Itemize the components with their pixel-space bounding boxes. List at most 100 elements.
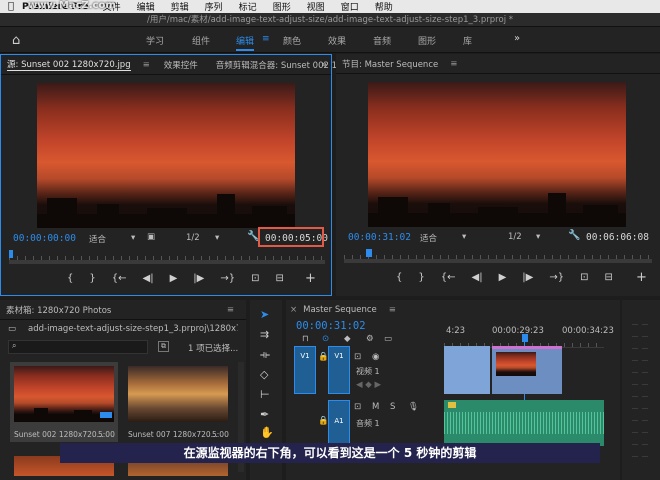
workspace-color[interactable]: 颜色 xyxy=(283,34,301,47)
extract-button[interactable]: ⊟ xyxy=(604,272,612,283)
menu-sequence[interactable]: 序列 xyxy=(205,0,223,13)
video-clip[interactable] xyxy=(492,346,562,394)
program-time-ruler[interactable] xyxy=(344,246,652,260)
microphone-icon[interactable]: 🎙 xyxy=(408,402,419,412)
mark-out-button[interactable]: } xyxy=(418,272,424,283)
step-back-button[interactable]: ◀| xyxy=(143,273,154,284)
timeline-sequence-tab[interactable]: Master Sequence xyxy=(303,305,377,315)
razor-tool-icon[interactable]: ◇ xyxy=(260,368,268,381)
play-button[interactable]: ▶ xyxy=(170,273,178,284)
lock-icon[interactable]: 🔒 xyxy=(318,416,329,426)
project-item-selected[interactable]: Sunset 002 1280x720... 5:00 xyxy=(10,362,118,442)
wrench-icon[interactable]: 🔧 xyxy=(568,230,580,241)
sync-lock-icon[interactable]: ⊡ xyxy=(354,402,361,412)
workspace-libraries[interactable]: 库 xyxy=(463,34,472,47)
program-playhead[interactable] xyxy=(366,249,372,257)
workspace-more-icon[interactable]: » xyxy=(514,33,520,44)
program-timecode[interactable]: 00:00:31:02 xyxy=(348,232,411,243)
panel-overflow-icon[interactable]: » xyxy=(322,60,327,70)
project-item[interactable]: Sunset 007 1280x720... 5:00 xyxy=(124,362,232,442)
track-select-tool-icon[interactable]: ⇉ xyxy=(260,328,269,341)
source-resolution-select[interactable]: 1/2 xyxy=(186,233,200,243)
workspace-graphics[interactable]: 图形 xyxy=(418,34,436,47)
go-to-in-button[interactable]: {← xyxy=(112,273,127,284)
lift-button[interactable]: ⊡ xyxy=(580,272,588,283)
chevron-down-icon[interactable]: ▾ xyxy=(536,232,540,242)
play-button[interactable]: ▶ xyxy=(499,272,507,283)
add-button[interactable]: + xyxy=(636,270,647,285)
program-resolution-select[interactable]: 1/2 xyxy=(508,232,522,242)
audio-clip[interactable] xyxy=(444,400,604,446)
panel-menu-icon[interactable]: ≡ xyxy=(143,60,150,70)
menu-graphics[interactable]: 图形 xyxy=(273,0,291,13)
insert-button[interactable]: ⊡ xyxy=(251,273,259,284)
pen-tool-icon[interactable]: ✒ xyxy=(260,408,269,421)
tab-effect-controls[interactable]: 效果控件 xyxy=(164,59,198,71)
v1-track-target[interactable]: V1 xyxy=(328,346,350,394)
safe-margins-icon[interactable]: ▣ xyxy=(147,232,155,242)
chevron-down-icon[interactable]: ▾ xyxy=(462,232,466,242)
home-icon[interactable]: ⌂ xyxy=(12,33,20,48)
mark-in-button[interactable]: { xyxy=(396,272,402,283)
add-button[interactable]: + xyxy=(305,271,316,286)
panel-menu-icon[interactable]: ≡ xyxy=(450,59,457,69)
menu-help[interactable]: 帮助 xyxy=(375,0,393,13)
project-search-input[interactable]: ⌕ xyxy=(8,340,148,354)
linked-selection-icon[interactable]: ⊙ xyxy=(322,334,329,344)
a1-track-target[interactable]: A1 xyxy=(328,400,350,446)
go-to-out-button[interactable]: →} xyxy=(549,272,564,283)
tab-program[interactable]: 节目: Master Sequence xyxy=(342,58,438,70)
add-marker-icon[interactable]: ◆ xyxy=(344,334,351,344)
mark-out-button[interactable]: } xyxy=(89,273,95,284)
timeline-playhead-handle[interactable] xyxy=(522,334,528,342)
menu-view[interactable]: 视图 xyxy=(307,0,325,13)
project-bin-title[interactable]: 素材箱: 1280x720 Photos xyxy=(6,304,111,316)
captions-icon[interactable]: ▭ xyxy=(384,334,392,344)
apple-icon[interactable]:  xyxy=(0,1,22,12)
mute-button[interactable]: M xyxy=(372,402,379,412)
mark-in-button[interactable]: { xyxy=(67,273,73,284)
panel-menu-icon[interactable]: ≡ xyxy=(389,305,396,315)
timeline-timecode[interactable]: 00:00:31:02 xyxy=(296,320,366,332)
workspace-menu-icon[interactable]: ≡ xyxy=(262,34,270,44)
step-back-button[interactable]: ◀| xyxy=(472,272,483,283)
close-icon[interactable]: × xyxy=(290,305,297,315)
solo-button[interactable]: S xyxy=(390,402,395,412)
hand-tool-icon[interactable]: ✋ xyxy=(260,426,274,439)
new-search-bin-icon[interactable]: ⧉ xyxy=(158,341,169,352)
step-forward-button[interactable]: |▶ xyxy=(193,273,204,284)
go-to-out-button[interactable]: →} xyxy=(220,273,235,284)
menu-window[interactable]: 窗口 xyxy=(341,0,359,13)
eye-icon[interactable]: ◉ xyxy=(372,352,379,362)
workspace-effects[interactable]: 效果 xyxy=(328,34,346,47)
sync-lock-icon[interactable]: ⊡ xyxy=(354,352,361,362)
menu-clip[interactable]: 剪辑 xyxy=(171,0,189,13)
source-fit-select[interactable]: 适合 xyxy=(89,233,106,245)
video-clip[interactable] xyxy=(444,346,490,394)
snap-icon[interactable]: ⊓ xyxy=(302,334,309,344)
source-timecode-in[interactable]: 00:00:00:00 xyxy=(13,233,76,244)
source-playhead[interactable] xyxy=(9,250,13,258)
step-forward-button[interactable]: |▶ xyxy=(522,272,533,283)
source-time-ruler[interactable] xyxy=(9,247,325,261)
menu-edit[interactable]: 编辑 xyxy=(137,0,155,13)
overwrite-button[interactable]: ⊟ xyxy=(275,273,283,284)
tab-source[interactable]: 源: Sunset 002 1280x720.jpg xyxy=(7,58,131,71)
workspace-learn[interactable]: 学习 xyxy=(146,34,164,47)
program-scrollbar[interactable] xyxy=(344,259,652,263)
panel-menu-icon[interactable]: ≡ xyxy=(227,305,234,315)
chevron-down-icon[interactable]: ▾ xyxy=(131,233,135,243)
ripple-edit-tool-icon[interactable]: ⟛ xyxy=(260,348,270,362)
slip-tool-icon[interactable]: ⊢ xyxy=(260,388,270,401)
workspace-editing[interactable]: 编辑 xyxy=(236,34,254,47)
timeline-settings-icon[interactable]: ⚙ xyxy=(366,334,374,344)
workspace-assembly[interactable]: 组件 xyxy=(192,34,210,47)
source-scrollbar[interactable] xyxy=(9,260,325,264)
chevron-down-icon[interactable]: ▾ xyxy=(215,233,219,243)
workspace-audio[interactable]: 音频 xyxy=(373,34,391,47)
tab-audio-clip-mixer[interactable]: 音频剪辑混合器: Sunset 002 1280 xyxy=(216,59,354,71)
keyframe-nav-icon[interactable]: ◀ ◆ ▶ xyxy=(356,380,381,390)
go-to-in-button[interactable]: {← xyxy=(441,272,456,283)
selection-tool-icon[interactable]: ➤ xyxy=(260,308,269,321)
menu-markers[interactable]: 标记 xyxy=(239,0,257,13)
